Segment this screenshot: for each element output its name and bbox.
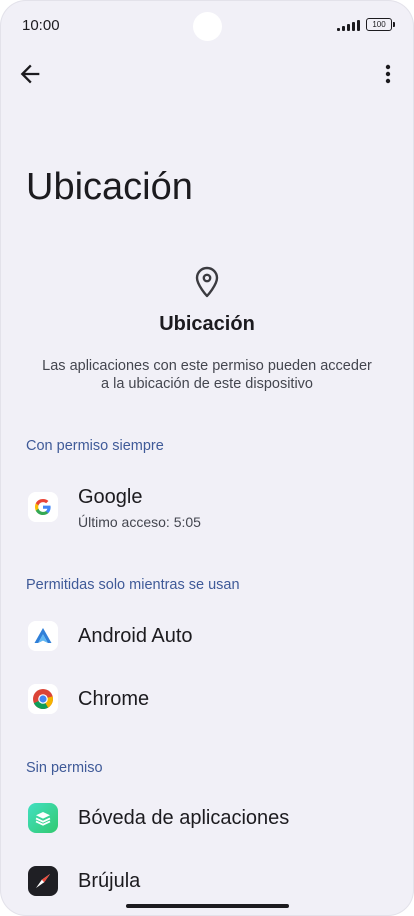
status-bar: 10:00 100 [0, 0, 414, 52]
app-row-app-vault[interactable]: Bóveda de aplicaciones [0, 790, 414, 846]
home-indicator[interactable] [126, 904, 289, 908]
chrome-icon [28, 684, 58, 714]
page-title: Ubicación [26, 166, 193, 208]
status-icons: 100 [337, 18, 395, 31]
compass-icon [28, 866, 58, 896]
section-header-always: Con permiso siempre [26, 438, 164, 454]
app-row-google[interactable]: Google Último acceso: 5:05 [0, 480, 414, 536]
toolbar [0, 56, 414, 92]
section-header-denied: Sin permiso [26, 760, 103, 776]
app-row-compass[interactable]: Brújula [0, 853, 414, 909]
phone-screen: 10:00 100 Ubicación Ubicación Las aplica… [0, 0, 414, 916]
app-row-chrome[interactable]: Chrome [0, 671, 414, 727]
battery-icon: 100 [366, 18, 395, 31]
permission-description: Las aplicaciones con este permiso pueden… [42, 358, 372, 392]
app-last-access: Último acceso: 5:05 [78, 514, 201, 530]
app-row-android-auto[interactable]: Android Auto [0, 608, 414, 664]
arrow-back-icon [20, 64, 40, 84]
location-pin-icon [193, 266, 221, 298]
app-name: Bóveda de aplicaciones [78, 807, 290, 829]
section-header-while-in-use: Permitidas solo mientras se usan [26, 577, 240, 593]
status-time: 10:00 [22, 17, 60, 34]
app-name: Chrome [78, 688, 150, 710]
app-name: Brújula [78, 870, 141, 892]
more-options-button[interactable] [376, 60, 400, 88]
app-name: Android Auto [78, 625, 193, 647]
app-name: Google [78, 486, 143, 508]
signal-icon [337, 19, 360, 31]
permission-title: Ubicación [159, 313, 255, 335]
app-vault-icon [28, 803, 58, 833]
camera-cutout [193, 12, 222, 41]
more-vert-icon [385, 64, 391, 84]
google-icon [28, 492, 58, 522]
android-auto-icon [28, 621, 58, 651]
back-button[interactable] [16, 60, 44, 88]
